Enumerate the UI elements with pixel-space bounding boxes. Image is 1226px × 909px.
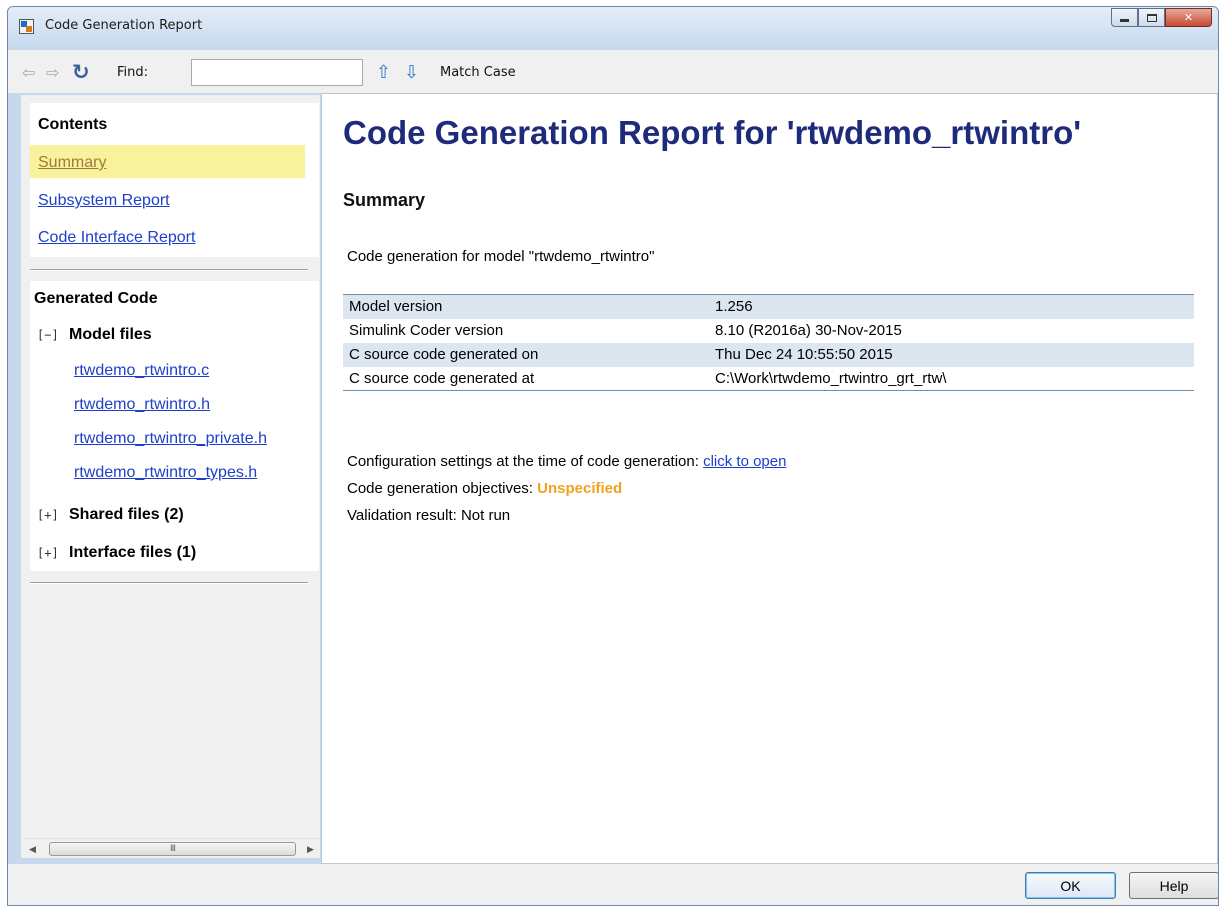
subsystem-report-link[interactable]: Subsystem Report [38,192,170,210]
table-row: Model version 1.256 [343,294,1194,319]
generated-code-section: Generated Code [−] Model files rtwdemo_r… [30,281,319,571]
interface-files-expand-toggle[interactable]: [+] [37,546,59,560]
arrow-down-icon[interactable]: ⇩ [404,50,419,94]
section-divider [30,269,308,271]
toolbar: ⇦ ⇨ ↻ Find: ⇧ ⇩ Match Case [8,49,1218,93]
summary-heading: Summary [343,190,426,210]
table-key: C source code generated on [349,346,539,363]
scroll-left-icon[interactable]: ◀ [24,841,41,858]
table-key: Model version [349,298,443,316]
configuration-text: Configuration settings at the time of co… [347,453,699,470]
scroll-right-icon[interactable]: ▶ [302,841,319,858]
contents-heading: Contents [38,116,108,133]
maximize-button[interactable] [1138,8,1165,27]
objectives-text: Code generation objectives: [347,480,533,497]
table-value: C:\Work\rtwdemo_rtwintro_grt_rtw\ [715,369,947,387]
table-row: Simulink Coder version 8.10 (R2016a) 30-… [343,319,1194,343]
maximize-icon [1146,13,1157,22]
table-key: C source code generated at [349,369,535,387]
objectives-line: Code generation objectives: Unspecified [347,480,622,497]
title-bar: Code Generation Report ✕ [8,7,1218,49]
summary-table: Model version 1.256 Simulink Coder versi… [343,294,1194,391]
code-interface-report-link[interactable]: Code Interface Report [38,229,195,247]
summary-link[interactable]: Summary [38,154,106,172]
validation-result-text: Validation result: Not run [347,507,511,524]
arrow-up-icon[interactable]: ⇧ [376,50,391,94]
click-to-open-link[interactable]: click to open [703,453,786,470]
report-window: Code Generation Report ✕ ⇦ ⇨ ↻ Find: ⇧ ⇩… [7,6,1219,906]
minimize-button[interactable] [1111,8,1138,27]
file-link-c[interactable]: rtwdemo_rtwintro.c [74,362,209,380]
window-title: Code Generation Report [45,18,203,33]
refresh-icon[interactable]: ↻ [72,50,90,94]
report-content: Code Generation Report for 'rtwdemo_rtwi… [321,93,1218,864]
objectives-value: Unspecified [537,480,623,497]
table-row: C source code generated at C:\Work\rtwde… [343,367,1194,391]
generated-code-heading: Generated Code [34,290,158,307]
generation-model-text: Code generation for model "rtwdemo_rtwin… [347,248,655,265]
file-link-h[interactable]: rtwdemo_rtwintro.h [74,396,210,414]
section-divider [30,582,308,584]
table-key: Simulink Coder version [349,322,504,339]
close-icon: ✕ [1183,11,1194,24]
help-button[interactable]: Help [1129,872,1218,899]
model-files-collapse-toggle[interactable]: [−] [37,328,59,342]
model-files-folder[interactable]: Model files [69,326,152,344]
ok-button[interactable]: OK [1025,872,1116,899]
app-icon [19,19,34,34]
table-value: 8.10 (R2016a) 30-Nov-2015 [715,322,902,339]
scrollbar-thumb[interactable]: III [49,842,296,856]
shared-files-folder[interactable]: Shared files (2) [69,506,184,524]
find-label: Find: [117,64,149,80]
page-title: Code Generation Report for 'rtwdemo_rtwi… [343,114,1082,151]
forward-arrow-icon[interactable]: ⇨ [46,50,59,94]
dialog-button-bar: OK Help [8,864,1218,905]
window-controls: ✕ [1111,8,1212,27]
match-case-toggle[interactable]: Match Case [440,50,516,94]
minimize-icon [1120,19,1129,22]
back-arrow-icon[interactable]: ⇦ [22,50,35,94]
close-button[interactable]: ✕ [1165,8,1212,27]
horizontal-scrollbar[interactable]: ◀ III ▶ [23,838,320,858]
interface-files-folder[interactable]: Interface files (1) [69,544,196,562]
file-link-types-h[interactable]: rtwdemo_rtwintro_types.h [74,464,257,482]
table-value: 1.256 [715,298,753,316]
navigation-pane: Contents Summary Subsystem Report Code I… [21,95,320,858]
find-input[interactable] [191,59,363,86]
shared-files-expand-toggle[interactable]: [+] [37,508,59,522]
table-value: Thu Dec 24 10:55:50 2015 [715,346,893,363]
file-link-private-h[interactable]: rtwdemo_rtwintro_private.h [74,430,267,448]
contents-section: Contents Summary Subsystem Report Code I… [30,103,319,257]
table-row: C source code generated on Thu Dec 24 10… [343,342,1194,367]
configuration-line: Configuration settings at the time of co… [347,453,786,470]
